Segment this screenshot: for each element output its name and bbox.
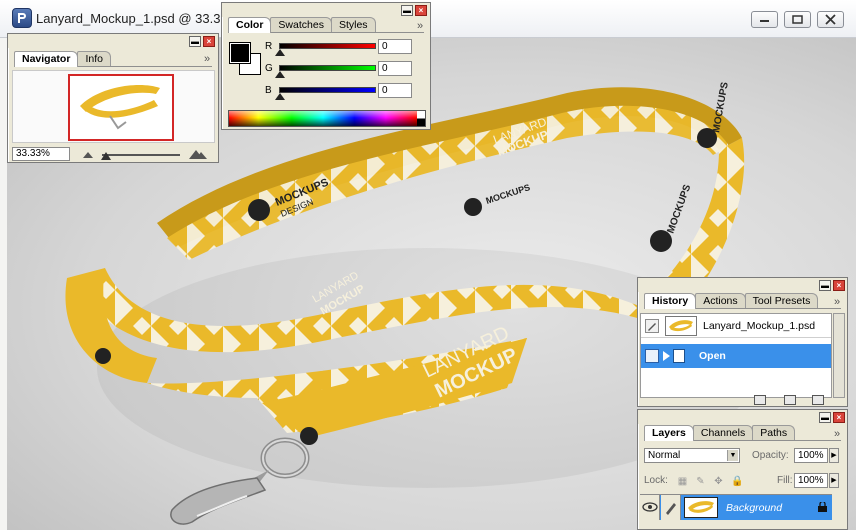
zoom-out-icon[interactable] bbox=[80, 148, 96, 160]
red-channel-slider[interactable] bbox=[279, 43, 376, 49]
zoom-slider-track[interactable] bbox=[102, 154, 180, 156]
red-value-field[interactable]: 0 bbox=[378, 39, 412, 54]
zoom-slider-thumb[interactable] bbox=[101, 152, 111, 160]
panel-title-bar[interactable]: ▬ × bbox=[222, 3, 430, 17]
history-state-label: Open bbox=[699, 350, 726, 362]
document-title: Lanyard_Mockup_1.psd @ 33.3% (R bbox=[36, 11, 250, 26]
lock-transparent-icon[interactable]: ▦ bbox=[676, 475, 689, 488]
snapshot-thumbnail bbox=[665, 316, 697, 336]
panel-title-bar[interactable]: ▬ × bbox=[8, 34, 218, 48]
tab-history[interactable]: History bbox=[644, 293, 697, 309]
green-channel-label: G bbox=[265, 63, 273, 74]
navigator-panel: ▬ × Navigator Info » 33.33% bbox=[7, 33, 219, 163]
document-icon bbox=[673, 349, 685, 363]
chevron-down-icon: ▼ bbox=[727, 450, 738, 461]
fill-label: Fill: bbox=[777, 475, 793, 486]
color-panel: ▬ × Color Swatches Styles » R 0 G 0 B 0 bbox=[221, 2, 431, 130]
blue-channel-slider[interactable] bbox=[279, 87, 376, 93]
visibility-eye-icon[interactable] bbox=[640, 495, 660, 520]
panel-close-button[interactable]: × bbox=[415, 5, 427, 16]
tab-info[interactable]: Info bbox=[77, 51, 111, 66]
layer-name: Background bbox=[726, 502, 783, 514]
panel-menu-icon[interactable]: » bbox=[417, 20, 423, 32]
tab-actions[interactable]: Actions bbox=[695, 293, 746, 308]
tab-color[interactable]: Color bbox=[228, 17, 272, 33]
panel-minimize-button[interactable]: ▬ bbox=[401, 5, 413, 16]
tab-tool-presets[interactable]: Tool Presets bbox=[744, 293, 819, 308]
green-value-field[interactable]: 0 bbox=[378, 61, 412, 76]
new-document-from-state-icon[interactable] bbox=[754, 395, 766, 405]
navigator-zoom-row: 33.33% bbox=[10, 147, 216, 162]
snapshot-label: Lanyard_Mockup_1.psd bbox=[703, 320, 816, 332]
new-snapshot-icon[interactable] bbox=[784, 395, 796, 405]
layers-panel: ▬ × Layers Channels Paths » Normal ▼ Opa… bbox=[637, 409, 848, 530]
maximize-button[interactable] bbox=[784, 11, 811, 28]
panel-title-bar[interactable]: ▬ × bbox=[638, 278, 847, 292]
panel-minimize-button[interactable]: ▬ bbox=[819, 280, 831, 291]
navigator-preview[interactable] bbox=[12, 70, 215, 143]
brand-text-2: MOCKUPS bbox=[485, 182, 532, 206]
panel-menu-icon[interactable]: » bbox=[834, 296, 840, 308]
panel-minimize-button[interactable]: ▬ bbox=[819, 412, 831, 423]
green-channel-slider[interactable] bbox=[279, 65, 376, 71]
blue-slider-thumb[interactable] bbox=[275, 93, 285, 100]
logo-mark bbox=[248, 199, 270, 221]
lock-image-icon[interactable]: ✎ bbox=[694, 475, 707, 488]
lock-position-icon[interactable]: ✥ bbox=[712, 475, 725, 488]
navigator-view-box[interactable] bbox=[68, 74, 174, 141]
opacity-field[interactable]: 100% bbox=[794, 448, 828, 463]
opacity-label: Opacity: bbox=[752, 450, 789, 461]
lock-label: Lock: bbox=[644, 475, 668, 486]
foreground-color-swatch[interactable] bbox=[229, 42, 251, 64]
history-list: Lanyard_Mockup_1.psd Open bbox=[640, 313, 832, 398]
history-snapshot-row[interactable]: Lanyard_Mockup_1.psd bbox=[641, 314, 831, 338]
history-state-row[interactable]: Open bbox=[641, 344, 831, 368]
red-slider-thumb[interactable] bbox=[275, 49, 285, 56]
panel-close-button[interactable]: × bbox=[833, 412, 845, 423]
blend-mode-select[interactable]: Normal ▼ bbox=[644, 448, 740, 463]
zoom-in-icon[interactable] bbox=[188, 148, 207, 160]
zoom-field[interactable]: 33.33% bbox=[12, 147, 70, 161]
panel-menu-icon[interactable]: » bbox=[834, 428, 840, 440]
paintbrush-icon[interactable] bbox=[661, 495, 681, 520]
panel-close-button[interactable]: × bbox=[833, 280, 845, 291]
fill-arrow-icon[interactable]: ▶ bbox=[829, 473, 839, 488]
tab-swatches[interactable]: Swatches bbox=[270, 17, 332, 32]
trash-icon[interactable] bbox=[812, 395, 824, 405]
photoshop-icon bbox=[12, 8, 32, 28]
panel-minimize-button[interactable]: ▬ bbox=[189, 36, 201, 47]
minimize-button[interactable] bbox=[751, 11, 778, 28]
brand-text-3: MOCKUPS bbox=[665, 183, 693, 235]
fill-field[interactable]: 100% bbox=[794, 473, 828, 488]
history-state-arrow-icon bbox=[663, 351, 670, 361]
blue-channel-label: B bbox=[265, 85, 272, 96]
panel-menu-icon[interactable]: » bbox=[204, 53, 210, 65]
panel-close-button[interactable]: × bbox=[203, 36, 215, 47]
history-panel: ▬ × History Actions Tool Presets » Lanya… bbox=[637, 277, 848, 407]
tab-channels[interactable]: Channels bbox=[692, 425, 754, 440]
color-spectrum-ramp[interactable] bbox=[228, 110, 426, 127]
tab-navigator[interactable]: Navigator bbox=[14, 51, 79, 67]
tab-paths[interactable]: Paths bbox=[752, 425, 796, 440]
lock-all-icon[interactable]: 🔒 bbox=[731, 475, 744, 488]
red-channel-label: R bbox=[265, 41, 273, 52]
blend-mode-value: Normal bbox=[648, 450, 681, 461]
black-white-ramp[interactable] bbox=[417, 111, 425, 126]
history-brush-icon[interactable] bbox=[645, 319, 659, 333]
layer-lock-icon bbox=[818, 502, 827, 512]
opacity-arrow-icon[interactable]: ▶ bbox=[829, 448, 839, 463]
blue-value-field[interactable]: 0 bbox=[378, 83, 412, 98]
history-source-checkbox[interactable] bbox=[645, 349, 659, 363]
green-slider-thumb[interactable] bbox=[275, 71, 285, 78]
tab-styles[interactable]: Styles bbox=[330, 17, 376, 32]
history-scrollbar[interactable] bbox=[833, 313, 845, 398]
panel-title-bar[interactable]: ▬ × bbox=[638, 410, 847, 424]
layer-row-background[interactable]: Background bbox=[640, 494, 832, 520]
tab-layers[interactable]: Layers bbox=[644, 425, 694, 441]
close-button[interactable] bbox=[817, 11, 844, 28]
layer-thumbnail bbox=[684, 497, 718, 518]
